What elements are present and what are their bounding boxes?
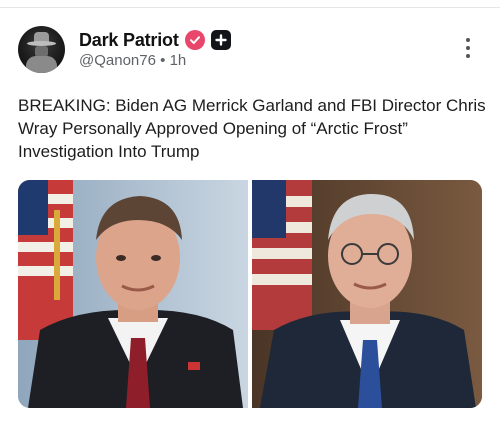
kebab-dot [466, 54, 470, 58]
post-header: Dark Patriot @Qanon76 • 1h [18, 26, 482, 74]
plus-badge-icon [210, 30, 231, 50]
photo-man-blue-tie[interactable] [252, 180, 482, 408]
post-body-text: BREAKING: Biden AG Merrick Garland and F… [18, 96, 486, 161]
author-name-row: Dark Patriot [79, 29, 231, 51]
kebab-dot [466, 38, 470, 42]
avatar-coat [26, 56, 57, 73]
author-handle[interactable]: @Qanon76 [79, 52, 156, 69]
avatar[interactable] [18, 26, 65, 73]
meta-separator: • [160, 52, 166, 69]
more-vertical-icon[interactable] [460, 38, 476, 62]
post-time[interactable]: 1h [170, 52, 187, 69]
author-display-name[interactable]: Dark Patriot [79, 30, 179, 51]
top-divider [0, 7, 500, 8]
author-meta: @Qanon76 • 1h [79, 52, 186, 69]
verified-check-icon [184, 30, 205, 50]
post-image-grid [18, 180, 482, 408]
kebab-dot [466, 46, 470, 50]
photo-man-red-tie[interactable] [18, 180, 248, 408]
